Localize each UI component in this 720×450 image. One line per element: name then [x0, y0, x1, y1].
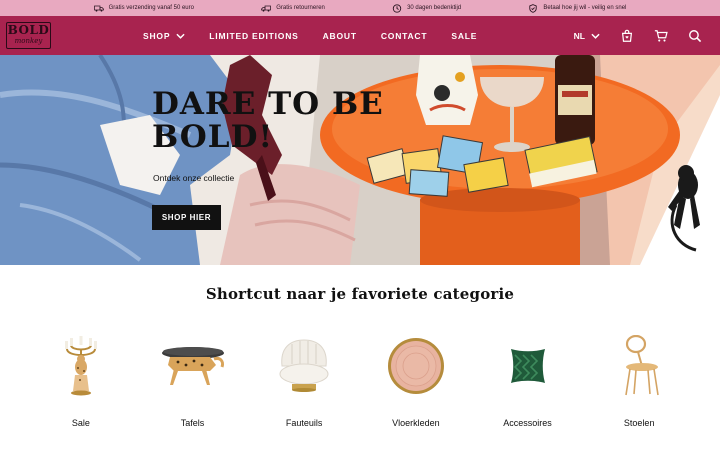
- usp-label: Betaal hoe jij wil - veilig en snel: [543, 5, 627, 11]
- clock-icon: [392, 3, 402, 13]
- category-label: Stoelen: [623, 418, 655, 428]
- category-label: Fauteuils: [285, 418, 323, 428]
- category-label: Accessoires: [503, 418, 552, 428]
- search-icon[interactable]: [688, 29, 702, 43]
- language-selector[interactable]: NL: [574, 31, 600, 41]
- menu-item-label: CONTACT: [380, 30, 428, 41]
- category-image: [381, 333, 451, 398]
- shell-chair-icon: [279, 338, 329, 392]
- main-nav: BOLD monkey SHOP LIMITED EDITIONS ABOUT …: [0, 16, 720, 55]
- category-image: [46, 333, 116, 398]
- nav-actions: NL: [574, 16, 702, 55]
- category-sale[interactable]: Sale: [25, 333, 137, 428]
- usp-label: Gratis verzending vanaf 50 euro: [108, 5, 194, 11]
- hero-banner: DARE TO BE BOLD! Ontdek onze collectie S…: [0, 55, 720, 265]
- wishlist-bag-icon[interactable]: [620, 29, 634, 43]
- language-label: NL: [573, 30, 585, 41]
- menu-item-label: LIMITED EDITIONS: [209, 30, 299, 41]
- hero-subtitle: Ontdek onze collectie: [153, 173, 235, 183]
- category-vloerkleden[interactable]: Vloerkleden: [360, 333, 472, 428]
- shield-icon: [529, 3, 538, 13]
- headline-line1: DARE TO BE: [152, 86, 384, 122]
- usp-free-returns: Gratis retourneren: [261, 4, 325, 13]
- hero-headline: DARE TO BE BOLD!: [147, 86, 392, 155]
- category-image: [493, 333, 563, 398]
- cart-icon[interactable]: [654, 29, 668, 43]
- category-image: [604, 333, 674, 398]
- logo-line2: monkey: [14, 37, 43, 45]
- chevron-down-icon: [591, 33, 600, 39]
- leopard-table-icon: [161, 346, 224, 385]
- bold-monkey-logo[interactable]: BOLD monkey: [6, 22, 51, 49]
- headline-row: DARE TO BE: [148, 86, 392, 122]
- usp-payment: Betaal hoe jij wil - veilig en snel: [528, 3, 627, 13]
- usp-label: 30 dagen bedenktijd: [407, 5, 462, 11]
- category-stoelen[interactable]: Stoelen: [583, 333, 695, 428]
- categories-title: Shortcut naar je favoriete categorie: [205, 285, 515, 303]
- menu-item-limited-editions[interactable]: LIMITED EDITIONS: [209, 31, 298, 41]
- menu-item-label: SALE: [451, 30, 478, 41]
- headline-row: BOLD!: [147, 119, 282, 155]
- category-list: Sale Tafels Fauteuils Vloerkleden Access…: [25, 333, 695, 428]
- chair-icon: [625, 334, 659, 395]
- category-image: [269, 333, 339, 398]
- return-truck-icon: [261, 5, 272, 12]
- logo-line1: BOLD: [7, 23, 50, 37]
- category-accessoires[interactable]: Accessoires: [472, 333, 584, 428]
- usp-30-days: 30 dagen bedenktijd: [392, 3, 462, 13]
- menu-item-shop[interactable]: SHOP: [143, 31, 185, 41]
- category-fauteuils[interactable]: Fauteuils: [248, 333, 360, 428]
- menu-item-about[interactable]: ABOUT: [323, 31, 357, 41]
- chevron-down-icon: [176, 33, 185, 39]
- category-label: Tafels: [180, 418, 205, 428]
- category-image: [158, 333, 228, 398]
- category-label: Sale: [71, 418, 90, 428]
- menu-item-label: SHOP: [143, 30, 171, 41]
- usp-label: Gratis retourneren: [276, 5, 325, 11]
- menu-item-label: ABOUT: [322, 30, 357, 41]
- cushion-icon: [510, 348, 545, 383]
- category-tafels[interactable]: Tafels: [137, 333, 249, 428]
- candelabra-icon: [64, 335, 97, 395]
- shop-now-button[interactable]: SHOP HIER: [152, 205, 221, 230]
- round-rug-icon: [387, 337, 444, 394]
- category-label: Vloerkleden: [392, 418, 440, 428]
- usp-free-shipping: Gratis verzending vanaf 50 euro: [93, 4, 194, 13]
- headline-line2: BOLD!: [152, 119, 274, 155]
- truck-icon: [93, 5, 104, 12]
- usp-bar: Gratis verzending vanaf 50 euro Gratis r…: [0, 0, 720, 16]
- main-menu: SHOP LIMITED EDITIONS ABOUT CONTACT SALE: [143, 16, 501, 55]
- menu-item-sale[interactable]: SALE: [451, 31, 477, 41]
- menu-item-contact[interactable]: CONTACT: [381, 31, 428, 41]
